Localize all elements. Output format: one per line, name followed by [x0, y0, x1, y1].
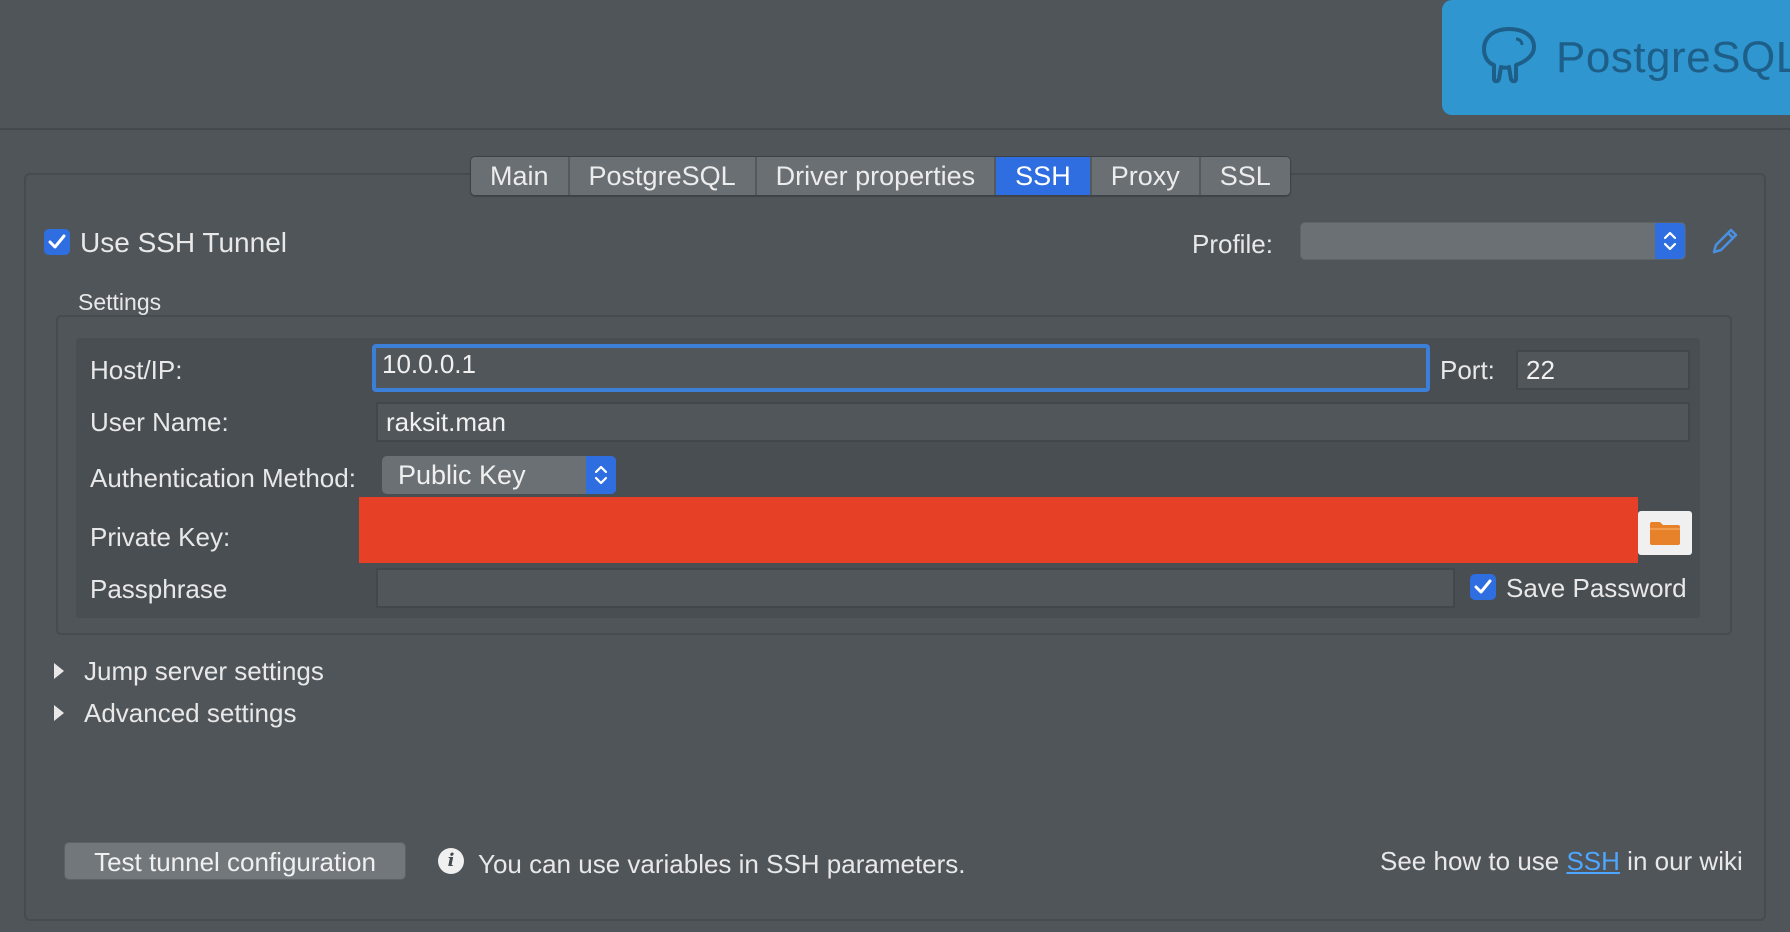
wiki-suffix: in our wiki [1619, 846, 1743, 876]
header-divider [0, 128, 1790, 130]
browse-folder-button[interactable] [1638, 511, 1692, 555]
wiki-hint: See how to use SSH in our wiki [1380, 846, 1743, 877]
advanced-settings-expand-icon[interactable] [54, 705, 64, 721]
user-name-input[interactable]: raksit.man [376, 402, 1690, 442]
select-stepper-icon [1655, 223, 1685, 259]
save-password-label[interactable]: Save Password [1506, 573, 1687, 604]
settings-group-title: Settings [78, 289, 162, 315]
checkmark-icon [1474, 579, 1492, 594]
auth-method-select[interactable]: Public Key [382, 456, 616, 494]
elephant-icon [1476, 25, 1542, 90]
user-name-label: User Name: [90, 407, 229, 437]
advanced-settings-toggle[interactable]: Advanced settings [84, 698, 296, 729]
wiki-prefix: See how to use [1380, 846, 1567, 876]
tab-driver-properties[interactable]: Driver properties [756, 157, 997, 195]
logo-text: PostgreSQL [1556, 32, 1790, 82]
postgresql-logo: PostgreSQL [1442, 0, 1790, 115]
passphrase-label: Passphrase [90, 574, 228, 604]
edit-profile-pencil-icon[interactable] [1708, 224, 1742, 263]
use-ssh-tunnel-checkbox[interactable] [44, 229, 70, 255]
auth-method-label: Authentication Method: [90, 463, 356, 493]
checkmark-icon [48, 234, 66, 249]
profile-label: Profile: [1192, 229, 1273, 259]
passphrase-input[interactable] [376, 568, 1455, 608]
info-text: You can use variables in SSH parameters. [478, 849, 966, 879]
tab-ssh[interactable]: SSH [996, 157, 1092, 195]
jump-server-settings-toggle[interactable]: Jump server settings [84, 656, 324, 687]
auth-method-value: Public Key [398, 460, 526, 490]
tab-main[interactable]: Main [471, 157, 570, 195]
host-input[interactable]: 10.0.0.1 [372, 344, 1430, 392]
private-key-redacted-field[interactable] [359, 497, 1638, 563]
tab-ssl[interactable]: SSL [1200, 157, 1290, 195]
host-label: Host/IP: [90, 355, 183, 385]
tab-proxy[interactable]: Proxy [1091, 157, 1201, 195]
private-key-label: Private Key: [90, 522, 231, 552]
test-tunnel-button[interactable]: Test tunnel configuration [64, 842, 406, 880]
profile-select[interactable] [1300, 222, 1686, 260]
port-label: Port: [1440, 355, 1495, 385]
ssh-wiki-link[interactable]: SSH [1566, 846, 1619, 876]
jump-server-expand-icon[interactable] [54, 663, 64, 679]
tab-postgresql[interactable]: PostgreSQL [569, 157, 757, 195]
tab-bar: Main PostgreSQL Driver properties SSH Pr… [470, 156, 1291, 196]
info-icon: i [438, 848, 464, 874]
folder-icon [1650, 522, 1680, 545]
use-ssh-tunnel-label[interactable]: Use SSH Tunnel [80, 227, 287, 259]
select-stepper-icon [586, 456, 616, 494]
save-password-checkbox[interactable] [1470, 574, 1496, 600]
port-input[interactable]: 22 [1516, 350, 1690, 390]
